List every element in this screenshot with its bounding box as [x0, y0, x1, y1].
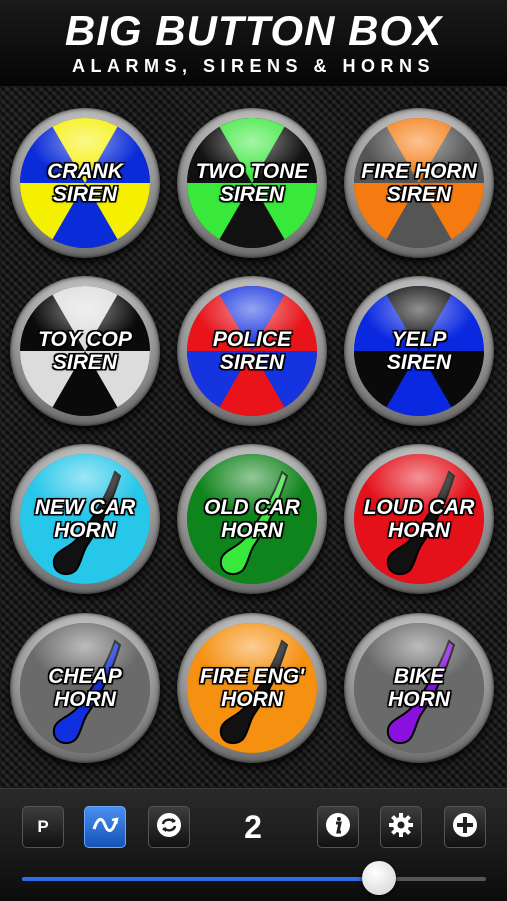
police-siren-button[interactable]: POLICE SIREN	[177, 276, 327, 426]
plus-icon	[451, 811, 479, 844]
button-label: TWO TONE SIREN	[177, 160, 327, 206]
p-button-label: P	[37, 817, 49, 836]
button-label: CRANK SIREN	[10, 160, 160, 206]
button-label-line1: YELP	[391, 328, 447, 351]
button-label: OLD CAR HORN	[177, 496, 327, 542]
cheap-horn-button[interactable]: CHEAP HORN	[10, 613, 160, 763]
new-car-horn-button[interactable]: NEW CAR HORN	[10, 444, 160, 594]
fire-eng-horn-button[interactable]: FIRE ENG' HORN	[177, 613, 327, 763]
app-subtitle: ALARMS, SIRENS & HORNS	[71, 56, 435, 76]
two-tone-siren-button[interactable]: TWO TONE SIREN	[177, 108, 327, 258]
button-label-line2: HORN	[221, 519, 283, 542]
button-label: TOY COP SIREN	[10, 328, 160, 374]
button-label-line1: NEW CAR	[34, 496, 136, 519]
repeat-button[interactable]	[148, 806, 190, 848]
button-label: CHEAP HORN	[10, 665, 160, 711]
crank-siren-button[interactable]: CRANK SIREN	[10, 108, 160, 258]
sound-button-grid: CRANK SIREN TWO TONE SIREN FIRE HORN SIREN TOY…	[0, 86, 507, 788]
button-label-line2: HORN	[388, 519, 450, 542]
bike-horn-button[interactable]: BIKE HORN	[344, 613, 494, 763]
button-label-line2: HORN	[221, 688, 283, 711]
mix-toggle-button[interactable]	[84, 806, 126, 848]
info-button[interactable]	[317, 806, 359, 848]
button-label-line1: TWO TONE	[195, 160, 309, 183]
yelp-siren-button[interactable]: YELP SIREN	[344, 276, 494, 426]
button-label-line2: HORN	[54, 688, 116, 711]
mix-icon	[91, 811, 119, 844]
button-label: POLICE SIREN	[177, 328, 327, 374]
button-label-line2: SIREN	[386, 351, 452, 374]
button-label-line1: TOY COP	[38, 328, 132, 351]
button-label: NEW CAR HORN	[10, 496, 160, 542]
gear-icon	[387, 811, 415, 844]
loud-car-horn-button[interactable]: LOUD CAR HORN	[344, 444, 494, 594]
button-label-line1: BIKE	[393, 665, 445, 688]
button-label-line1: CRANK	[47, 160, 123, 183]
fire-horn-siren-button[interactable]: FIRE HORN SIREN	[344, 108, 494, 258]
app-title: BIG BUTTON BOX	[64, 7, 443, 54]
button-label-line2: HORN	[388, 688, 450, 711]
button-label-line1: FIRE ENG'	[199, 665, 305, 688]
button-label-line2: SIREN	[52, 183, 118, 206]
old-car-horn-button[interactable]: OLD CAR HORN	[177, 444, 327, 594]
button-label: YELP SIREN	[344, 328, 494, 374]
button-label: FIRE HORN SIREN	[344, 160, 494, 206]
button-label-line2: SIREN	[386, 183, 452, 206]
button-label: LOUD CAR HORN	[344, 496, 494, 542]
button-label-line1: FIRE HORN	[361, 160, 477, 183]
button-label: BIKE HORN	[344, 665, 494, 711]
button-label-line2: HORN	[54, 519, 116, 542]
settings-button[interactable]	[380, 806, 422, 848]
volume-slider-fill	[22, 877, 380, 881]
button-label-line2: SIREN	[219, 183, 285, 206]
info-icon	[324, 811, 352, 844]
p-button[interactable]: P	[22, 806, 64, 848]
bottom-toolbar: P 2	[0, 788, 507, 901]
button-label: FIRE ENG' HORN	[177, 665, 327, 711]
toy-cop-siren-button[interactable]: TOY COP SIREN	[10, 276, 160, 426]
button-label-line1: CHEAP	[48, 665, 122, 688]
button-label-line2: SIREN	[52, 351, 118, 374]
volume-slider-thumb[interactable]	[362, 861, 397, 895]
app-header: BIG BUTTON BOX ALARMS, SIRENS & HORNS	[0, 0, 507, 86]
page-number: 2	[244, 809, 262, 845]
button-label-line1: POLICE	[212, 328, 292, 351]
button-label-line1: LOUD CAR	[363, 496, 475, 519]
volume-slider[interactable]	[22, 861, 486, 895]
button-label-line1: OLD CAR	[204, 496, 300, 519]
repeat-icon	[155, 811, 183, 844]
button-label-line2: SIREN	[219, 351, 285, 374]
add-button[interactable]	[444, 806, 486, 848]
